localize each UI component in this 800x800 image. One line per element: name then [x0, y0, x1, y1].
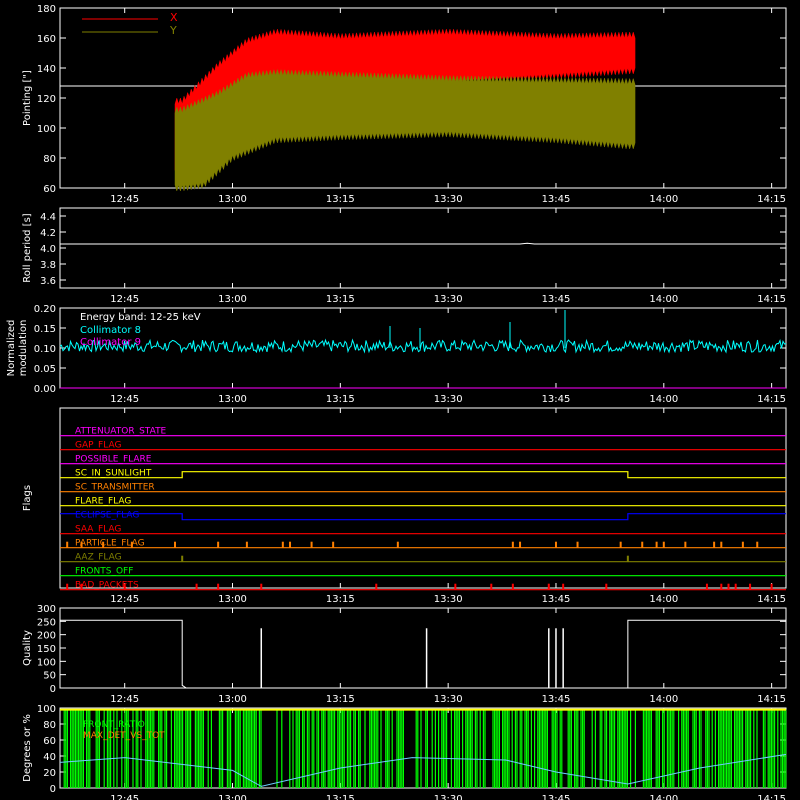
x-tick-label: 14:00: [649, 794, 678, 800]
y-tick-label: 200: [37, 631, 56, 642]
y-axis-label-line2: modulation: [18, 320, 29, 377]
y-tick-label: 100: [37, 704, 56, 715]
x-tick-label: 13:15: [326, 594, 355, 605]
x-tick-label: 12:45: [110, 694, 139, 705]
y-tick-label: 100: [37, 124, 56, 135]
x-tick-label: 14:15: [757, 794, 786, 800]
y-axis-label: Flags: [22, 485, 33, 511]
x-tick-label: 13:00: [218, 694, 247, 705]
flag-label: ECLIPSE_FLAG: [75, 511, 139, 521]
flag-line: [60, 513, 786, 521]
x-tick-label: 12:45: [110, 594, 139, 605]
y-tick-label: 0.00: [34, 384, 56, 395]
x-tick-label: 13:45: [542, 394, 571, 405]
y-tick-label: 20: [43, 768, 56, 779]
x-tick-label: 13:45: [542, 594, 571, 605]
y-tick-label: 0: [50, 684, 56, 695]
legend-collimator-9: Collimator 9: [80, 337, 141, 348]
y-tick-label: 40: [43, 752, 56, 763]
y-tick-label: 0.15: [34, 324, 56, 335]
x-tick-label: 12:45: [110, 394, 139, 405]
y-tick-label: 150: [37, 644, 56, 655]
roll-period-line: [60, 242, 786, 245]
x-tick-label: 14:00: [649, 194, 678, 205]
max-det-label: MAX_DET_VS_TOT: [83, 731, 165, 741]
x-tick-label: 13:30: [434, 794, 463, 800]
angle-line: [59, 753, 787, 787]
x-tick-label: 12:45: [110, 294, 139, 305]
y-tick-label: 4.0: [40, 244, 56, 255]
legend-label-x: X: [170, 11, 178, 24]
x-tick-label: 13:30: [434, 194, 463, 205]
x-tick-label: 13:30: [434, 594, 463, 605]
y-axis-label: Pointing ["]: [22, 70, 33, 126]
y-tick-label: 140: [37, 64, 56, 75]
x-tick-label: 14:15: [757, 594, 786, 605]
x-tick-label: 13:30: [434, 694, 463, 705]
x-tick-label: 13:00: [218, 394, 247, 405]
y-tick-label: 250: [37, 617, 56, 628]
y-tick-label: 0.05: [34, 364, 56, 375]
quality-line: [60, 619, 187, 689]
series-y-band: [174, 68, 636, 192]
x-tick-label: 13:45: [542, 194, 571, 205]
front-ratio-label: FRONT_RATIO: [83, 720, 145, 730]
x-tick-label: 13:00: [218, 594, 247, 605]
x-tick-label: 13:45: [542, 694, 571, 705]
x-tick-label: 13:00: [218, 294, 247, 305]
y-tick-label: 50: [43, 671, 56, 682]
y-tick-label: 3.8: [40, 260, 56, 271]
y-tick-label: 0.10: [34, 344, 56, 355]
x-tick-label: 14:00: [649, 594, 678, 605]
x-tick-label: 14:00: [649, 294, 678, 305]
x-tick-label: 13:15: [326, 794, 355, 800]
y-tick-label: 160: [37, 34, 56, 45]
x-tick-label: 13:15: [326, 394, 355, 405]
y-tick-label: 0.20: [34, 304, 56, 315]
y-tick-label: 4.4: [40, 212, 56, 223]
y-tick-label: 120: [37, 94, 56, 105]
x-tick-label: 13:45: [542, 794, 571, 800]
energy-band-label: Energy band: 12-25 keV: [80, 312, 201, 323]
legend-label-y: Y: [169, 24, 177, 37]
x-tick-label: 14:15: [757, 294, 786, 305]
x-tick-label: 14:00: [649, 394, 678, 405]
x-tick-label: 13:30: [434, 294, 463, 305]
collimator-8-line: [59, 338, 787, 354]
y-axis-label: Degrees or %: [22, 714, 33, 782]
y-axis-label-line1: Normalized: [6, 320, 17, 377]
x-tick-label: 13:15: [326, 294, 355, 305]
y-tick-label: 4.2: [40, 228, 56, 239]
y-tick-label: 180: [37, 4, 56, 15]
x-tick-label: 13:45: [542, 294, 571, 305]
panel-frame: [59, 207, 787, 289]
x-tick-label: 14:15: [757, 694, 786, 705]
x-tick-label: 12:45: [110, 194, 139, 205]
y-axis-label: Quality: [22, 630, 33, 666]
figure-canvas: 12:45 13:00 13:15 13:30 13:45 14:00 14:15 60 80 1…: [6, 4, 787, 800]
x-tick-label: 14:15: [757, 394, 786, 405]
x-tick-label: 14:00: [649, 694, 678, 705]
x-tick-label: 12:45: [110, 794, 139, 800]
x-tick-label: 13:15: [326, 694, 355, 705]
x-tick-label: 13:00: [218, 194, 247, 205]
flag-line: [60, 471, 786, 479]
panel-frame: [59, 707, 787, 789]
y-tick-label: 100: [37, 657, 56, 668]
y-axis-label: Roll period [s]: [22, 213, 33, 282]
y-tick-label: 80: [43, 154, 56, 165]
y-tick-label: 80: [43, 720, 56, 731]
x-tick-label: 14:15: [757, 194, 786, 205]
y-tick-label: 300: [37, 604, 56, 615]
y-tick-label: 0: [50, 784, 56, 795]
x-tick-label: 13:15: [326, 194, 355, 205]
legend-collimator-8: Collimator 8: [80, 325, 141, 336]
quality-line: [627, 619, 786, 688]
y-tick-label: 60: [43, 184, 56, 195]
panel-frame: [59, 407, 787, 589]
y-tick-label: 3.6: [40, 276, 56, 287]
y-tick-label: 60: [43, 736, 56, 747]
x-tick-label: 13:30: [434, 394, 463, 405]
x-tick-label: 13:00: [218, 794, 247, 800]
